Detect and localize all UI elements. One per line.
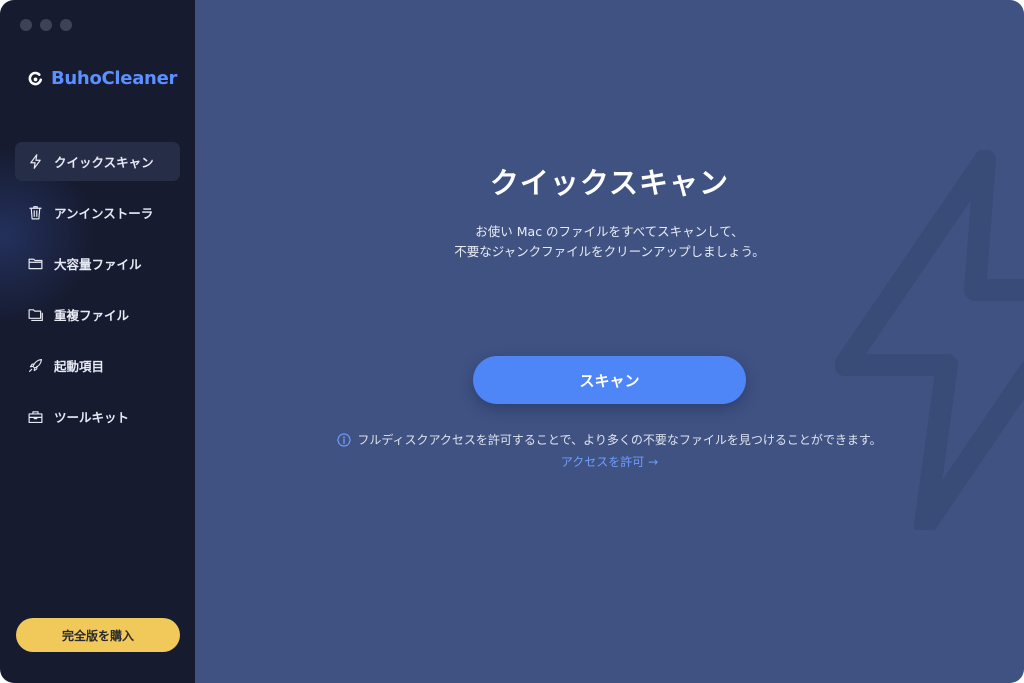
- full-disk-access-notice: フルディスクアクセスを許可することで、より多くの不要なファイルを見つけることがで…: [195, 431, 1024, 448]
- notice-text: フルディスクアクセスを許可することで、より多くの不要なファイルを見つけることがで…: [357, 433, 882, 447]
- app-window: BuhoCleaner クイックスキャン アンインストーラ 大容量ファイル 重複…: [0, 0, 1024, 683]
- info-icon: [337, 432, 351, 447]
- logo-icon: [28, 71, 43, 86]
- page-description: お使い Mac のファイルをすべてスキャンして、 不要なジャンクファイルをクリー…: [195, 222, 1024, 262]
- sidebar-item-label: アンインストーラ: [54, 206, 154, 221]
- sidebar-item-label: ツールキット: [54, 410, 130, 425]
- sidebar-nav: クイックスキャン アンインストーラ 大容量ファイル 重複ファイル 起動項目 ツー…: [15, 142, 180, 448]
- window-controls: [20, 19, 72, 31]
- sidebar: BuhoCleaner クイックスキャン アンインストーラ 大容量ファイル 重複…: [0, 0, 195, 683]
- sidebar-item-startup-items[interactable]: 起動項目: [15, 346, 180, 385]
- description-line-1: お使い Mac のファイルをすべてスキャンして、: [475, 224, 744, 239]
- main-content: クイックスキャン お使い Mac のファイルをすべてスキャンして、 不要なジャン…: [195, 0, 1024, 683]
- minimize-window-button[interactable]: [40, 19, 52, 31]
- zoom-window-button[interactable]: [60, 19, 72, 31]
- sidebar-item-label: 起動項目: [54, 359, 105, 374]
- duplicate-folder-icon: [28, 309, 43, 322]
- folder-icon: [28, 258, 43, 270]
- sidebar-item-toolkit[interactable]: ツールキット: [15, 397, 180, 436]
- sidebar-item-label: 重複ファイル: [54, 308, 130, 323]
- sidebar-item-large-files[interactable]: 大容量ファイル: [15, 244, 180, 283]
- sidebar-item-label: クイックスキャン: [54, 155, 154, 170]
- app-name: BuhoCleaner: [51, 68, 178, 89]
- description-line-2: 不要なジャンクファイルをクリーンアップしましょう。: [454, 244, 765, 259]
- sidebar-item-label: 大容量ファイル: [54, 257, 142, 272]
- rocket-icon: [28, 358, 43, 373]
- scan-button[interactable]: スキャン: [473, 356, 746, 404]
- toolbox-icon: [28, 411, 43, 424]
- buy-full-version-button[interactable]: 完全版を購入: [16, 618, 180, 652]
- app-logo: BuhoCleaner: [27, 68, 177, 89]
- allow-access-link[interactable]: アクセスを許可 →: [195, 453, 1024, 470]
- lightning-icon: [30, 154, 41, 169]
- background-lightning-icon: [835, 150, 1024, 530]
- sidebar-item-uninstaller[interactable]: アンインストーラ: [15, 193, 180, 232]
- trash-icon: [29, 206, 42, 220]
- close-window-button[interactable]: [20, 19, 32, 31]
- sidebar-item-quick-scan[interactable]: クイックスキャン: [15, 142, 180, 181]
- sidebar-item-duplicate-files[interactable]: 重複ファイル: [15, 295, 180, 334]
- page-title: クイックスキャン: [489, 166, 730, 200]
